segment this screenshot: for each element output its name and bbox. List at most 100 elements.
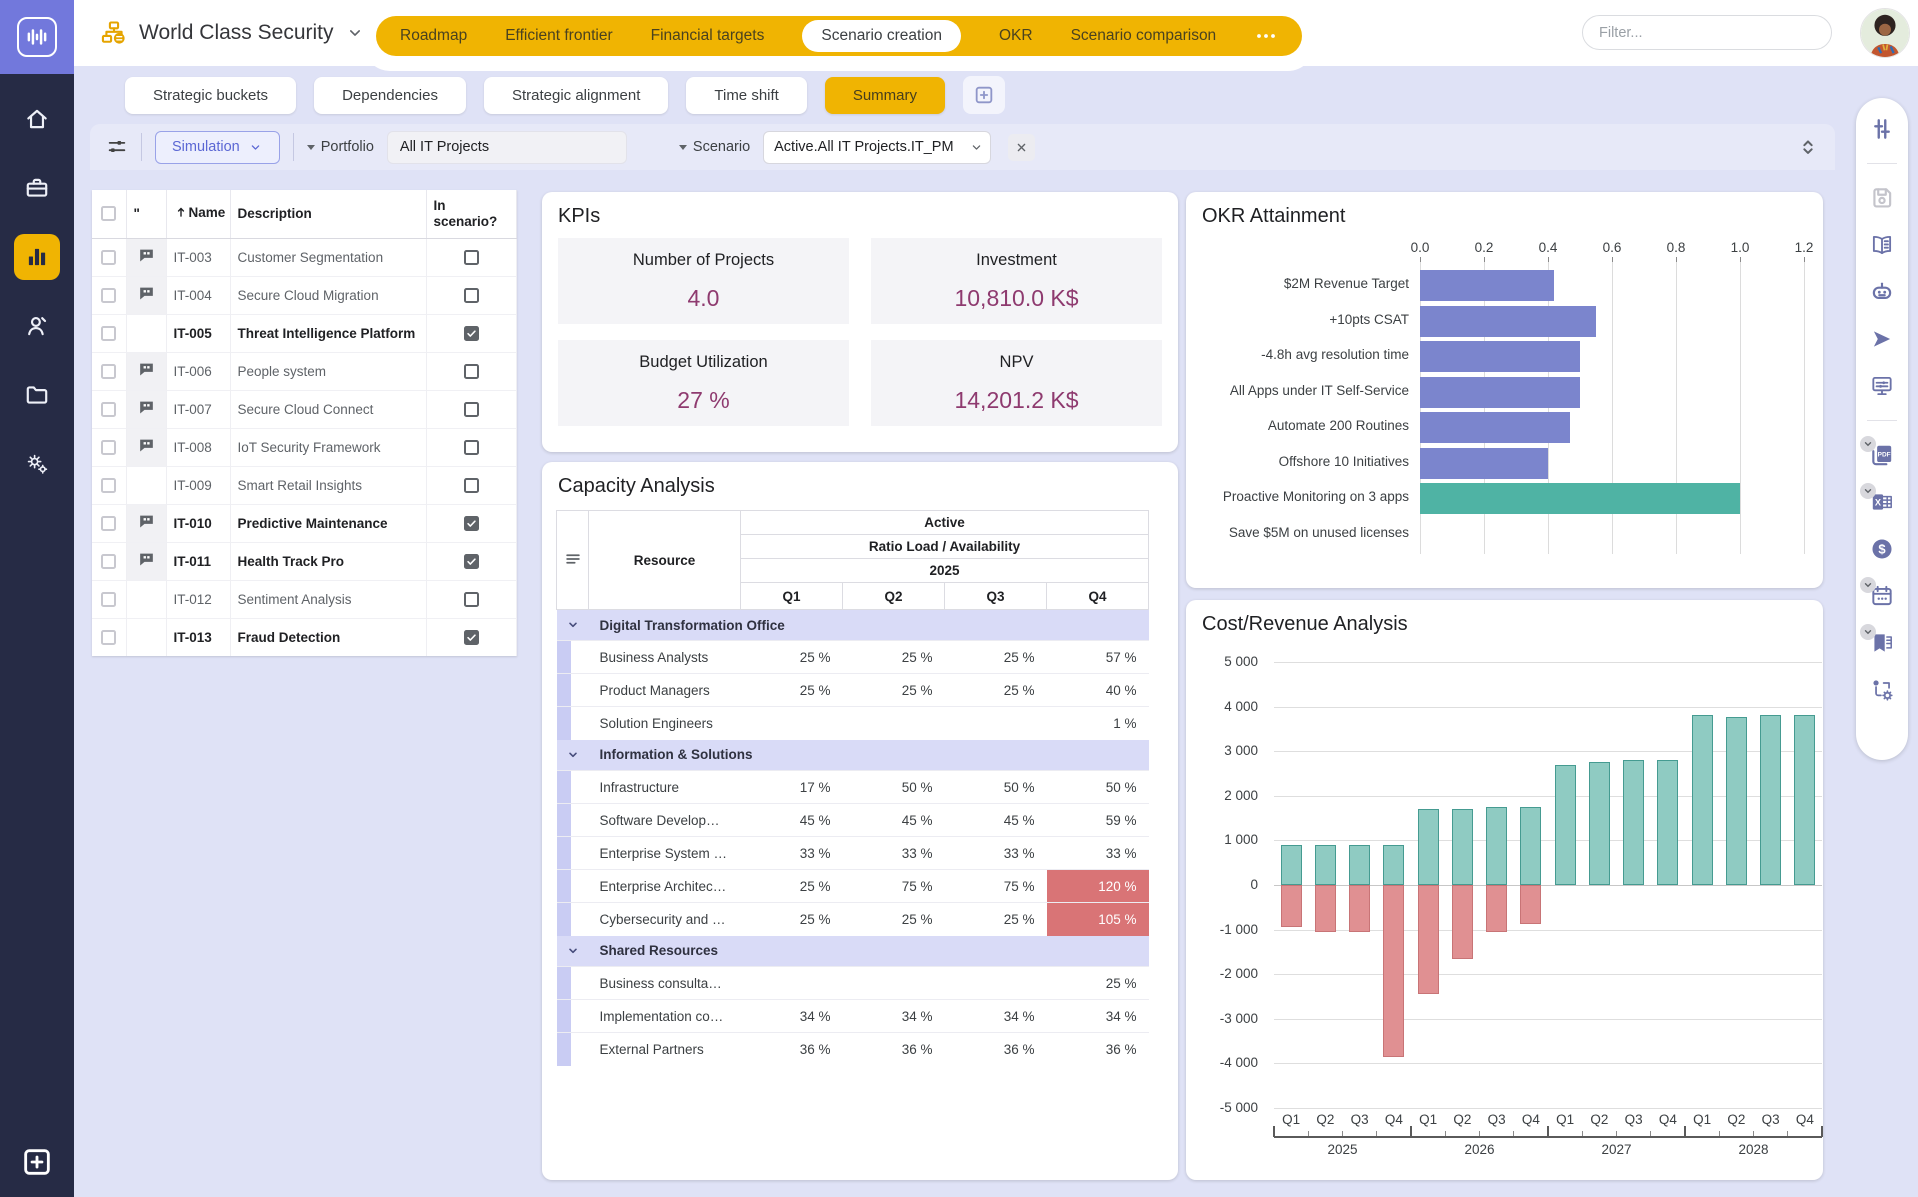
table-row[interactable]: IT-013Fraud Detection [92,618,516,656]
in-scenario-checkbox[interactable] [464,364,479,379]
app-logo[interactable] [0,0,74,74]
group-expander-cell[interactable] [557,936,589,967]
in-scenario-checkbox[interactable] [464,326,479,341]
comment-cell[interactable] [126,428,166,466]
simulation-mode-button[interactable]: Simulation [155,131,280,164]
in-scenario-checkbox[interactable] [464,592,479,607]
robot-icon[interactable] [1869,279,1895,305]
capacity-row[interactable]: Product Managers25 %25 %25 %40 % [557,674,1149,707]
subtab-dependencies[interactable]: Dependencies [314,77,466,114]
scenario-dropdown-label[interactable]: Scenario [679,139,750,155]
row-select-checkbox[interactable] [101,630,116,645]
capacity-row[interactable]: Enterprise Architec…25 %75 %75 %120 % [557,870,1149,903]
in-scenario-checkbox[interactable] [464,478,479,493]
sidebar-item-home[interactable] [14,96,60,142]
sidebar-item-projects[interactable] [14,372,60,418]
tab-okr[interactable]: OKR [999,27,1033,45]
tab-roadmap[interactable]: Roadmap [400,27,467,45]
workflow-gear-icon[interactable] [1869,677,1895,703]
capacity-row[interactable]: Implementation co…34 %34 %34 %34 % [557,1000,1149,1033]
subtab-summary[interactable]: Summary [825,77,945,114]
comment-icon[interactable] [137,398,156,417]
tab-scenario-comparison[interactable]: Scenario comparison [1071,27,1217,45]
comment-cell[interactable] [126,504,166,542]
avatar[interactable] [1860,8,1910,58]
comment-cell[interactable] [126,352,166,390]
table-row[interactable]: IT-005Threat Intelligence Platform [92,314,516,352]
report-icon[interactable] [1869,630,1895,656]
comment-cell[interactable] [126,390,166,428]
portfolio-input[interactable] [387,131,627,164]
book-icon[interactable] [1869,232,1895,258]
capacity-row[interactable]: Solution Engineers1 % [557,707,1149,740]
row-select-checkbox[interactable] [101,288,116,303]
send-icon[interactable] [1869,326,1895,352]
capacity-row[interactable]: Business Analysts25 %25 %25 %57 % [557,641,1149,674]
filter-settings-icon[interactable] [106,136,128,158]
chevron-badge-icon[interactable] [1860,624,1876,640]
name-column-header[interactable]: Name [166,190,230,238]
table-row[interactable]: IT-008IoT Security Framework [92,428,516,466]
add-view-button[interactable] [963,76,1005,114]
portfolio-title-group[interactable]: World Class Security [100,0,365,66]
group-expander-cell[interactable] [557,740,589,771]
comment-icon[interactable] [137,284,156,303]
capacity-row[interactable]: External Partners36 %36 %36 %36 % [557,1033,1149,1066]
capacity-row[interactable]: Infrastructure17 %50 %50 %50 % [557,771,1149,804]
sidebar-item-settings[interactable] [14,441,60,487]
table-row[interactable]: IT-009Smart Retail Insights [92,466,516,504]
comment-cell[interactable] [126,542,166,580]
collapse-toolbar-icon[interactable] [1797,134,1819,160]
tab-financial-targets[interactable]: Financial targets [651,27,765,45]
comment-cell[interactable] [126,238,166,276]
sliders-vertical-icon[interactable] [1869,116,1895,142]
clear-scenario-button[interactable] [1008,134,1035,161]
table-row[interactable]: IT-012Sentiment Analysis [92,580,516,618]
comment-icon[interactable] [137,360,156,379]
capacity-row[interactable]: Business consulta…25 % [557,967,1149,1000]
in-scenario-checkbox[interactable] [464,554,479,569]
in-scenario-checkbox[interactable] [464,516,479,531]
filter-input[interactable] [1582,15,1832,50]
row-select-checkbox[interactable] [101,592,116,607]
capacity-menu-header[interactable] [557,511,589,610]
capacity-row[interactable]: Cybersecurity and …25 %25 %25 %105 % [557,903,1149,936]
chevron-badge-icon[interactable] [1860,483,1876,499]
select-all-checkbox[interactable] [101,206,116,221]
capacity-row[interactable]: Enterprise System …33 %33 %33 %33 % [557,837,1149,870]
expand-chevron-icon[interactable] [565,747,581,763]
table-row[interactable]: IT-003Customer Segmentation [92,238,516,276]
comment-icon[interactable] [137,246,156,265]
subtab-time-shift[interactable]: Time shift [686,77,806,114]
in-scenario-column-header[interactable]: In scenario? [426,190,516,238]
expand-chevron-icon[interactable] [565,943,581,959]
row-select-checkbox[interactable] [101,516,116,531]
comment-icon[interactable] [137,512,156,531]
comment-icon[interactable] [137,550,156,569]
sidebar-item-resources[interactable] [14,303,60,349]
calendar-icon[interactable] [1869,583,1895,609]
row-select-checkbox[interactable] [101,554,116,569]
monitor-settings-icon[interactable] [1869,373,1895,399]
row-select-checkbox[interactable] [101,478,116,493]
in-scenario-checkbox[interactable] [464,250,479,265]
row-select-checkbox[interactable] [101,402,116,417]
capacity-group-row[interactable]: Information & Solutions [557,740,1149,771]
table-row[interactable]: IT-010Predictive Maintenance [92,504,516,542]
more-tabs-icon[interactable] [1254,24,1278,48]
table-row[interactable]: IT-004Secure Cloud Migration [92,276,516,314]
dollar-icon[interactable]: $ [1869,536,1895,562]
table-row[interactable]: IT-011Health Track Pro [92,542,516,580]
scenario-select[interactable]: Active.All IT Projects.IT_PM [763,131,991,164]
tab-efficient-frontier[interactable]: Efficient frontier [505,27,612,45]
sidebar-item-analytics[interactable] [14,234,60,280]
export-excel-icon[interactable]: X [1869,489,1895,515]
chevron-badge-icon[interactable] [1860,577,1876,593]
row-select-checkbox[interactable] [101,440,116,455]
capacity-row[interactable]: Software Develop…45 %45 %45 %59 % [557,804,1149,837]
chevron-badge-icon[interactable] [1860,436,1876,452]
in-scenario-checkbox[interactable] [464,402,479,417]
export-pdf-icon[interactable]: PDF [1869,442,1895,468]
chevron-down-icon[interactable] [345,23,365,43]
description-column-header[interactable]: Description [230,190,426,238]
